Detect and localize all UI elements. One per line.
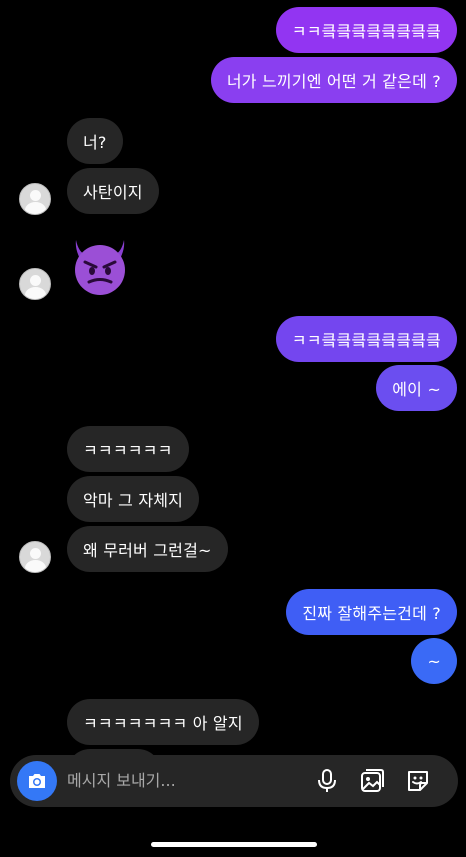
gallery-icon[interactable] [358, 767, 386, 795]
message-input[interactable]: 메시지 보내기... [67, 755, 176, 807]
smiling-imp-emoji[interactable] [68, 234, 132, 298]
camera-button[interactable] [17, 761, 57, 801]
message-bubble-sent[interactable]: 에이 ~ [376, 365, 457, 411]
message-bubble-sent[interactable]: 진짜 잘해주는건데 ? [286, 589, 457, 635]
message-bubble-received[interactable]: ㅋㅋㅋㅋㅋㅋㅋ 아 알지 [67, 699, 259, 745]
message-bubble-sent[interactable]: ~ [411, 638, 457, 684]
message-bubble-received[interactable]: 사탄이지 [67, 168, 159, 214]
home-indicator [151, 842, 317, 847]
message-bubble-received[interactable]: 너? [67, 118, 123, 164]
message-bubble-sent[interactable]: ㅋㅋ킄킄킄킄킄킄킄킄 [275, 7, 457, 53]
message-bubble-sent[interactable]: 너가 느끼기엔 어떤 거 같은데 ? [210, 57, 457, 103]
sender-avatar[interactable] [19, 183, 51, 215]
camera-icon [29, 774, 45, 788]
message-bubble-received[interactable]: ㅋㅋㅋㅋㅋㅋ [67, 426, 189, 472]
message-bubble-received[interactable]: 악마 그 자체지 [67, 476, 200, 522]
message-bubble-received[interactable]: 왜 무러버 그런걸~ [67, 526, 228, 572]
sticker-icon[interactable] [404, 767, 432, 795]
sender-avatar[interactable] [19, 541, 51, 573]
microphone-icon[interactable] [313, 767, 341, 795]
sender-avatar[interactable] [19, 268, 51, 300]
message-composer: 메시지 보내기... [10, 755, 458, 807]
message-bubble-sent[interactable]: ㅋㅋ킄킄킄킄킄킄킄킄 [275, 316, 457, 362]
